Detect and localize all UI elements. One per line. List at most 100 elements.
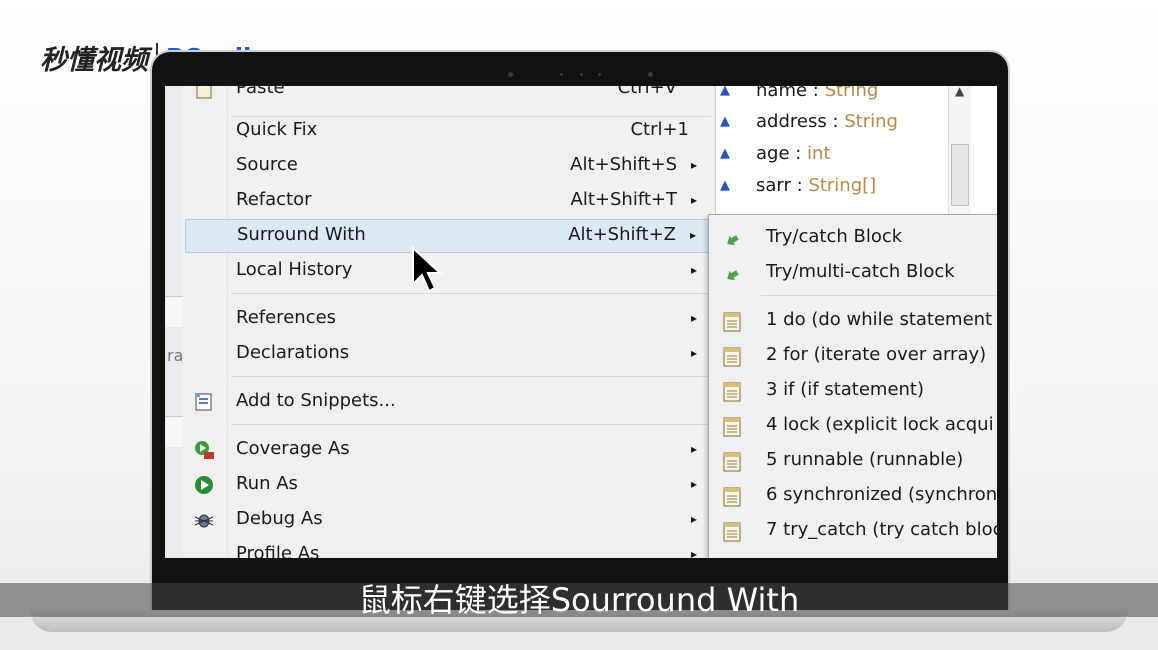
submenu-arrow-icon: ▸	[690, 346, 697, 360]
submenu-item-template[interactable]: 7 try_catch (try catch bloc	[709, 514, 997, 548]
menu-item-label: Source	[236, 154, 298, 175]
context-menu: Paste Ctrl+V Quick Fix Ctrl+1 Source Alt…	[183, 86, 716, 558]
field-type: String[]	[808, 175, 877, 196]
template-icon	[723, 417, 741, 437]
camera-dot	[508, 72, 513, 77]
submenu-arrow-icon: ▸	[690, 547, 697, 558]
screen: ra Paste Ctrl+V Quick Fix Ctrl+1 Source …	[165, 86, 997, 558]
menu-item-debug-as[interactable]: Debug As ▸	[183, 503, 715, 537]
camera-dot	[580, 73, 583, 76]
menu-item-label: Quick Fix	[236, 119, 318, 140]
field-type: String	[844, 111, 898, 132]
camera-dot	[598, 73, 601, 76]
field-icon: ▲	[720, 178, 730, 193]
field-icon: ▲	[720, 146, 730, 161]
menu-item-label: References	[236, 307, 337, 328]
submenu-item-label: Try/catch Block	[766, 226, 903, 247]
menu-item-label: Coverage As	[236, 438, 350, 459]
brand-logo-text: 秒懂视频	[40, 45, 148, 76]
field-type: String	[824, 86, 879, 101]
submenu-item-template[interactable]: 3 if (if statement)	[709, 374, 997, 408]
coverage-icon	[195, 441, 214, 459]
submenu-item-template[interactable]: 5 runnable (runnable)	[709, 444, 997, 478]
submenu-arrow-icon: ▸	[690, 158, 697, 172]
menu-item-references[interactable]: References ▸	[183, 302, 715, 336]
outline-field[interactable]: ▲ age : int	[720, 143, 831, 164]
menu-item-paste[interactable]: Paste Ctrl+V	[183, 86, 715, 106]
submenu-arrow-icon: ▸	[690, 263, 697, 277]
field-name: sarr	[756, 175, 791, 196]
menu-item-run-as[interactable]: Run As ▸	[183, 468, 715, 502]
menu-item-surround-with[interactable]: Surround With Alt+Shift+Z ▸	[185, 219, 713, 253]
menu-item-accelerator: Alt+Shift+S	[570, 154, 677, 175]
submenu-item-try-catch[interactable]: Try/catch Block	[709, 221, 997, 255]
editor-band	[165, 296, 183, 327]
menu-item-accelerator: Ctrl+V	[617, 86, 677, 98]
menu-item-source[interactable]: Source Alt+Shift+S ▸	[183, 149, 715, 183]
menu-item-label: Refactor	[236, 189, 312, 210]
template-icon	[723, 347, 741, 367]
submenu-item-template[interactable]: 6 synchronized (synchron	[709, 479, 997, 513]
bug-icon	[194, 514, 214, 528]
menu-item-label: Surround With	[237, 224, 366, 245]
menu-item-label: Debug As	[236, 508, 323, 529]
menu-item-accelerator: Ctrl+1	[630, 119, 689, 140]
menu-separator	[231, 424, 711, 425]
menu-item-local-history[interactable]: Local History ▸	[183, 254, 715, 288]
submenu-item-template[interactable]: 1 do (do while statement	[709, 304, 997, 338]
scrollbar-thumb[interactable]	[951, 144, 969, 206]
submenu-item-label: 2 for (iterate over array)	[766, 344, 987, 365]
scroll-up-icon[interactable]: ▲	[955, 86, 964, 98]
try-catch-icon	[727, 270, 739, 281]
paste-icon	[196, 86, 212, 99]
outline-field[interactable]: ▲ sarr : String[]	[720, 175, 877, 196]
editor-text-fragment: ra	[167, 346, 184, 365]
snippet-icon	[195, 393, 212, 411]
menu-item-coverage-as[interactable]: Coverage As ▸	[183, 433, 715, 467]
submenu-arrow-icon: ▸	[690, 477, 697, 491]
field-icon: ▲	[720, 86, 730, 98]
submenu-item-label: 3 if (if statement)	[766, 379, 925, 400]
field-type: int	[807, 143, 831, 164]
submenu-item-template[interactable]: 4 lock (explicit lock acqui	[709, 409, 997, 443]
submenu-item-label: 6 synchronized (synchron	[766, 484, 997, 505]
submenu-arrow-icon: ▸	[690, 512, 697, 526]
menu-item-add-to-snippets[interactable]: Add to Snippets...	[183, 385, 715, 419]
surround-with-submenu: Try/catch Block Try/multi-catch Block 1 …	[708, 214, 997, 558]
menu-separator	[231, 293, 711, 294]
template-icon	[723, 487, 741, 507]
menu-item-label: Paste	[236, 86, 285, 98]
outline-field[interactable]: ▲ address : String	[720, 111, 898, 132]
menu-item-label: Add to Snippets...	[236, 390, 396, 411]
editor-band	[165, 416, 183, 447]
menu-item-accelerator: Alt+Shift+Z	[568, 224, 676, 245]
outline-scrollbar[interactable]: ▲	[948, 86, 971, 216]
field-name: age	[756, 143, 790, 164]
try-catch-icon	[727, 235, 739, 246]
run-icon	[195, 476, 213, 494]
submenu-item-template[interactable]: 2 for (iterate over array)	[709, 339, 997, 373]
mouse-cursor-icon	[412, 246, 443, 293]
template-icon	[723, 312, 741, 332]
submenu-arrow-icon: ▸	[690, 311, 697, 325]
editor-edge: ra	[165, 86, 184, 558]
video-subtitle: 鼠标右键选择Sourround With	[358, 581, 800, 619]
submenu-arrow-icon: ▸	[690, 442, 697, 456]
menu-item-profile-as[interactable]: Profile As ▸	[183, 538, 715, 558]
menu-item-label: Run As	[236, 473, 298, 494]
menu-item-quick-fix[interactable]: Quick Fix Ctrl+1	[183, 114, 715, 148]
menu-separator	[231, 376, 711, 377]
menu-item-refactor[interactable]: Refactor Alt+Shift+T ▸	[183, 184, 715, 218]
field-name: name	[756, 86, 808, 101]
menu-item-declarations[interactable]: Declarations ▸	[183, 337, 715, 371]
submenu-item-label: 4 lock (explicit lock acqui	[766, 414, 994, 435]
outline-panel: ▲ name : String ▲ address : String ▲ age…	[715, 86, 997, 216]
outline-field[interactable]: ▲ name : String	[720, 86, 879, 101]
menu-item-label: Local History	[236, 259, 353, 280]
camera-dot	[648, 72, 653, 77]
camera-dot	[560, 73, 563, 76]
menu-item-label: Declarations	[236, 342, 350, 363]
submenu-item-try-multi-catch[interactable]: Try/multi-catch Block	[709, 256, 997, 290]
submenu-item-label: 1 do (do while statement	[766, 309, 993, 330]
submenu-item-label: 7 try_catch (try catch bloc	[766, 519, 997, 540]
